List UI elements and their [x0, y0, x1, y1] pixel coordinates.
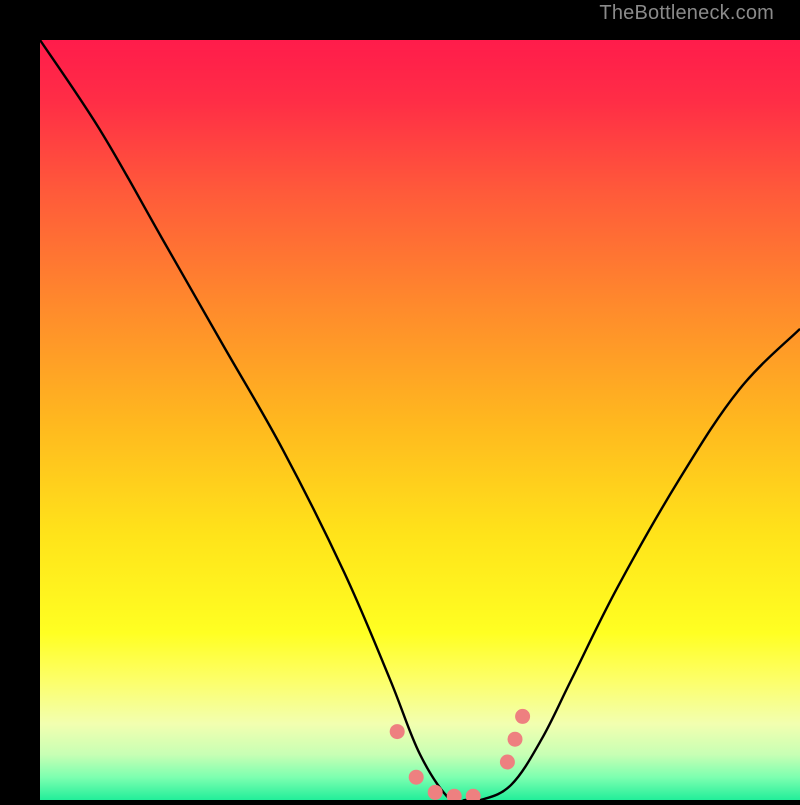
- marker-point: [428, 785, 443, 800]
- marker-point: [500, 755, 515, 770]
- marker-point: [409, 770, 424, 785]
- chart-frame: [0, 0, 800, 800]
- bottleneck-curve-chart: [40, 40, 800, 800]
- marker-point: [390, 724, 405, 739]
- marker-point: [508, 732, 523, 747]
- background-gradient: [40, 40, 800, 800]
- plot-area: [40, 40, 800, 800]
- marker-point: [515, 709, 530, 724]
- watermark-text: TheBottleneck.com: [599, 2, 774, 25]
